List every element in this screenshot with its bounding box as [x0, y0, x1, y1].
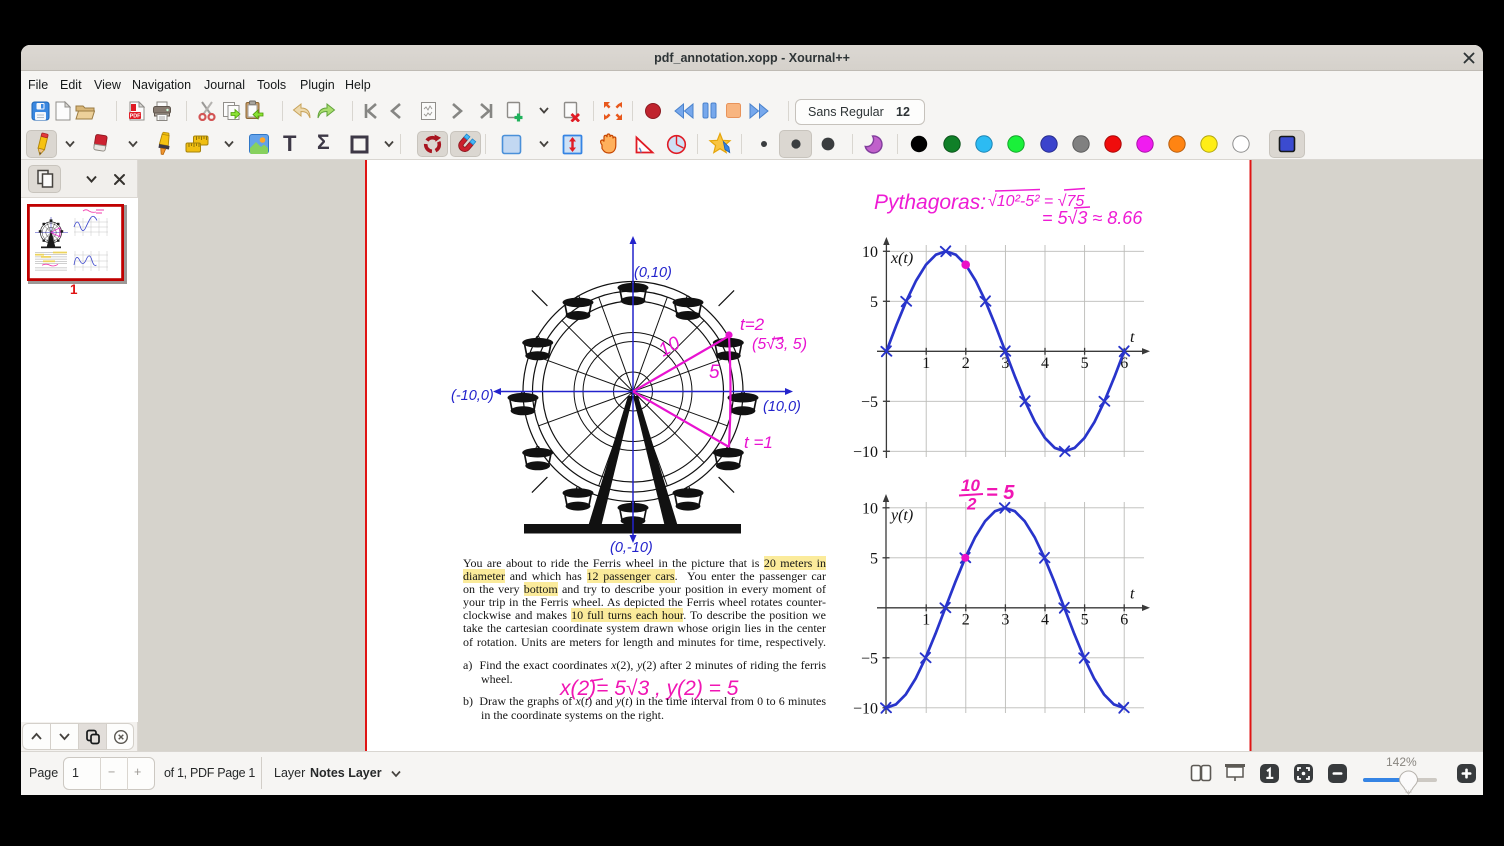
svg-text:10: 10: [862, 501, 878, 518]
svg-text:−10: −10: [853, 701, 878, 718]
svg-text:y(t): y(t): [889, 507, 913, 524]
svg-text:4: 4: [1041, 612, 1049, 629]
svg-text:3: 3: [1001, 612, 1009, 629]
svg-text:Pythagoras:: Pythagoras:: [874, 191, 986, 214]
svg-text:10: 10: [862, 244, 878, 261]
svg-text:(0,10): (0,10): [634, 265, 672, 281]
svg-text:4: 4: [1041, 355, 1049, 372]
svg-text:2: 2: [962, 355, 970, 372]
svg-text:−5: −5: [861, 394, 878, 411]
svg-text:2: 2: [966, 495, 977, 514]
svg-text:t: t: [1130, 329, 1135, 346]
svg-text:5: 5: [870, 551, 878, 568]
svg-text:−5: −5: [861, 651, 878, 668]
svg-text:(0,-10): (0,-10): [610, 540, 653, 556]
svg-text:6: 6: [1120, 612, 1128, 629]
svg-text:1: 1: [922, 355, 930, 372]
svg-text:x(t): x(t): [890, 250, 913, 267]
svg-text:= 5√3 ≈ 8.66: = 5√3 ≈ 8.66: [1042, 208, 1143, 228]
svg-text:−10: −10: [853, 444, 878, 461]
svg-text:(-10,0): (-10,0): [451, 388, 494, 404]
svg-text:5: 5: [1081, 612, 1089, 629]
svg-text:t =1: t =1: [744, 433, 773, 452]
svg-text:5: 5: [709, 362, 720, 383]
svg-text:t=2: t=2: [740, 315, 765, 334]
svg-text:= 5: = 5: [986, 482, 1015, 504]
svg-text:1: 1: [922, 612, 930, 629]
svg-text:5: 5: [870, 294, 878, 311]
svg-text:5: 5: [1081, 355, 1089, 372]
svg-text:2: 2: [962, 612, 970, 629]
svg-text:(10,0): (10,0): [763, 399, 801, 415]
svg-text:t: t: [1130, 586, 1135, 603]
svg-text:10: 10: [961, 476, 980, 495]
svg-text:(5√3, 5): (5√3, 5): [752, 336, 807, 353]
